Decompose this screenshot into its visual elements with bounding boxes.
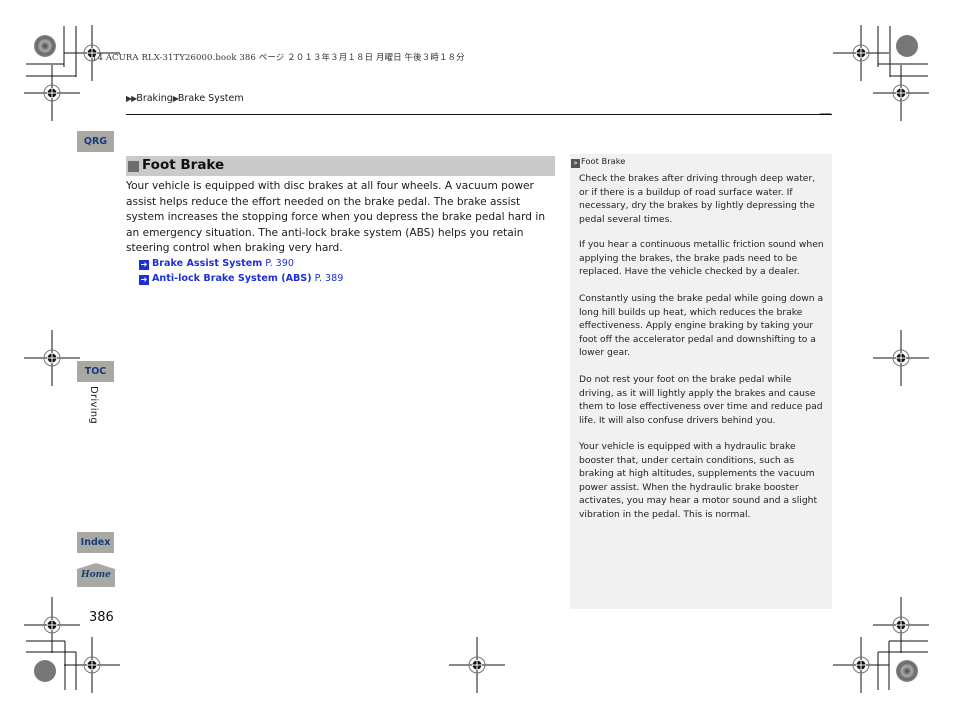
section-header: Foot Brake	[126, 156, 555, 176]
corner-mark-top-right	[877, 26, 928, 77]
header-rule	[126, 114, 832, 115]
note-paragraph: Constantly using the brake pedal while g…	[579, 293, 824, 359]
registration-target	[832, 24, 890, 82]
corner-mark-top-left	[26, 26, 77, 77]
cross-reference-link[interactable]: ➔ Brake Assist System P. 390	[139, 258, 294, 270]
registration-target	[63, 636, 121, 694]
section-body: Your vehicle is equipped with disc brake…	[126, 180, 546, 255]
corner-mark-bottom-right	[877, 640, 928, 690]
corner-mark-bottom-left	[26, 640, 77, 690]
double-chevron-icon: »	[571, 159, 580, 168]
index-tab[interactable]: Index	[77, 532, 114, 553]
note-paragraph: Do not rest your foot on the brake pedal…	[579, 374, 823, 426]
registration-target	[23, 64, 81, 122]
cross-reference-link[interactable]: ➔ Anti-lock Brake System (ABS) P. 389	[139, 273, 343, 285]
note-title-text: Foot Brake	[581, 156, 626, 166]
reference-arrow-icon: ➔	[139, 275, 149, 285]
chapter-label: Driving	[88, 386, 99, 425]
section-title: Foot Brake	[142, 157, 225, 173]
breadcrumb: ▶▶Braking▶Brake System	[126, 93, 244, 104]
registration-target	[872, 64, 930, 122]
square-bullet-icon	[128, 161, 139, 172]
note-title: » Foot Brake	[571, 156, 625, 168]
registration-target	[832, 636, 890, 694]
breadcrumb-item[interactable]: Brake System	[178, 93, 244, 104]
note-paragraph: Check the brakes after driving through d…	[579, 173, 816, 225]
qrg-tab[interactable]: QRG	[77, 131, 114, 152]
note-panel: » Foot Brake Check the brakes after drivi…	[570, 154, 832, 609]
home-tab[interactable]: Home	[77, 563, 115, 587]
registration-target	[872, 596, 930, 654]
print-slug-header: 14 ACURA RLX-31TY26000.book 386 ページ ２０１３…	[92, 53, 465, 63]
registration-target	[23, 596, 81, 654]
double-triangle-icon: ▶▶	[126, 94, 137, 103]
registration-target	[872, 329, 930, 387]
registration-target	[23, 329, 81, 387]
home-label: Home	[81, 570, 111, 580]
breadcrumb-item[interactable]: Braking	[136, 93, 172, 104]
registration-target	[448, 636, 506, 694]
note-paragraph: If you hear a continuous metallic fricti…	[579, 239, 824, 278]
toc-tab[interactable]: TOC	[77, 361, 114, 382]
xref-title[interactable]: Anti-lock Brake System (ABS)	[152, 273, 312, 284]
note-paragraph: Your vehicle is equipped with a hydrauli…	[579, 441, 818, 520]
xref-page[interactable]: P. 390	[265, 258, 294, 269]
xref-page[interactable]: P. 389	[315, 273, 344, 284]
xref-title[interactable]: Brake Assist System	[152, 258, 262, 269]
page-number: 386	[89, 610, 114, 625]
reference-arrow-icon: ➔	[139, 260, 149, 270]
